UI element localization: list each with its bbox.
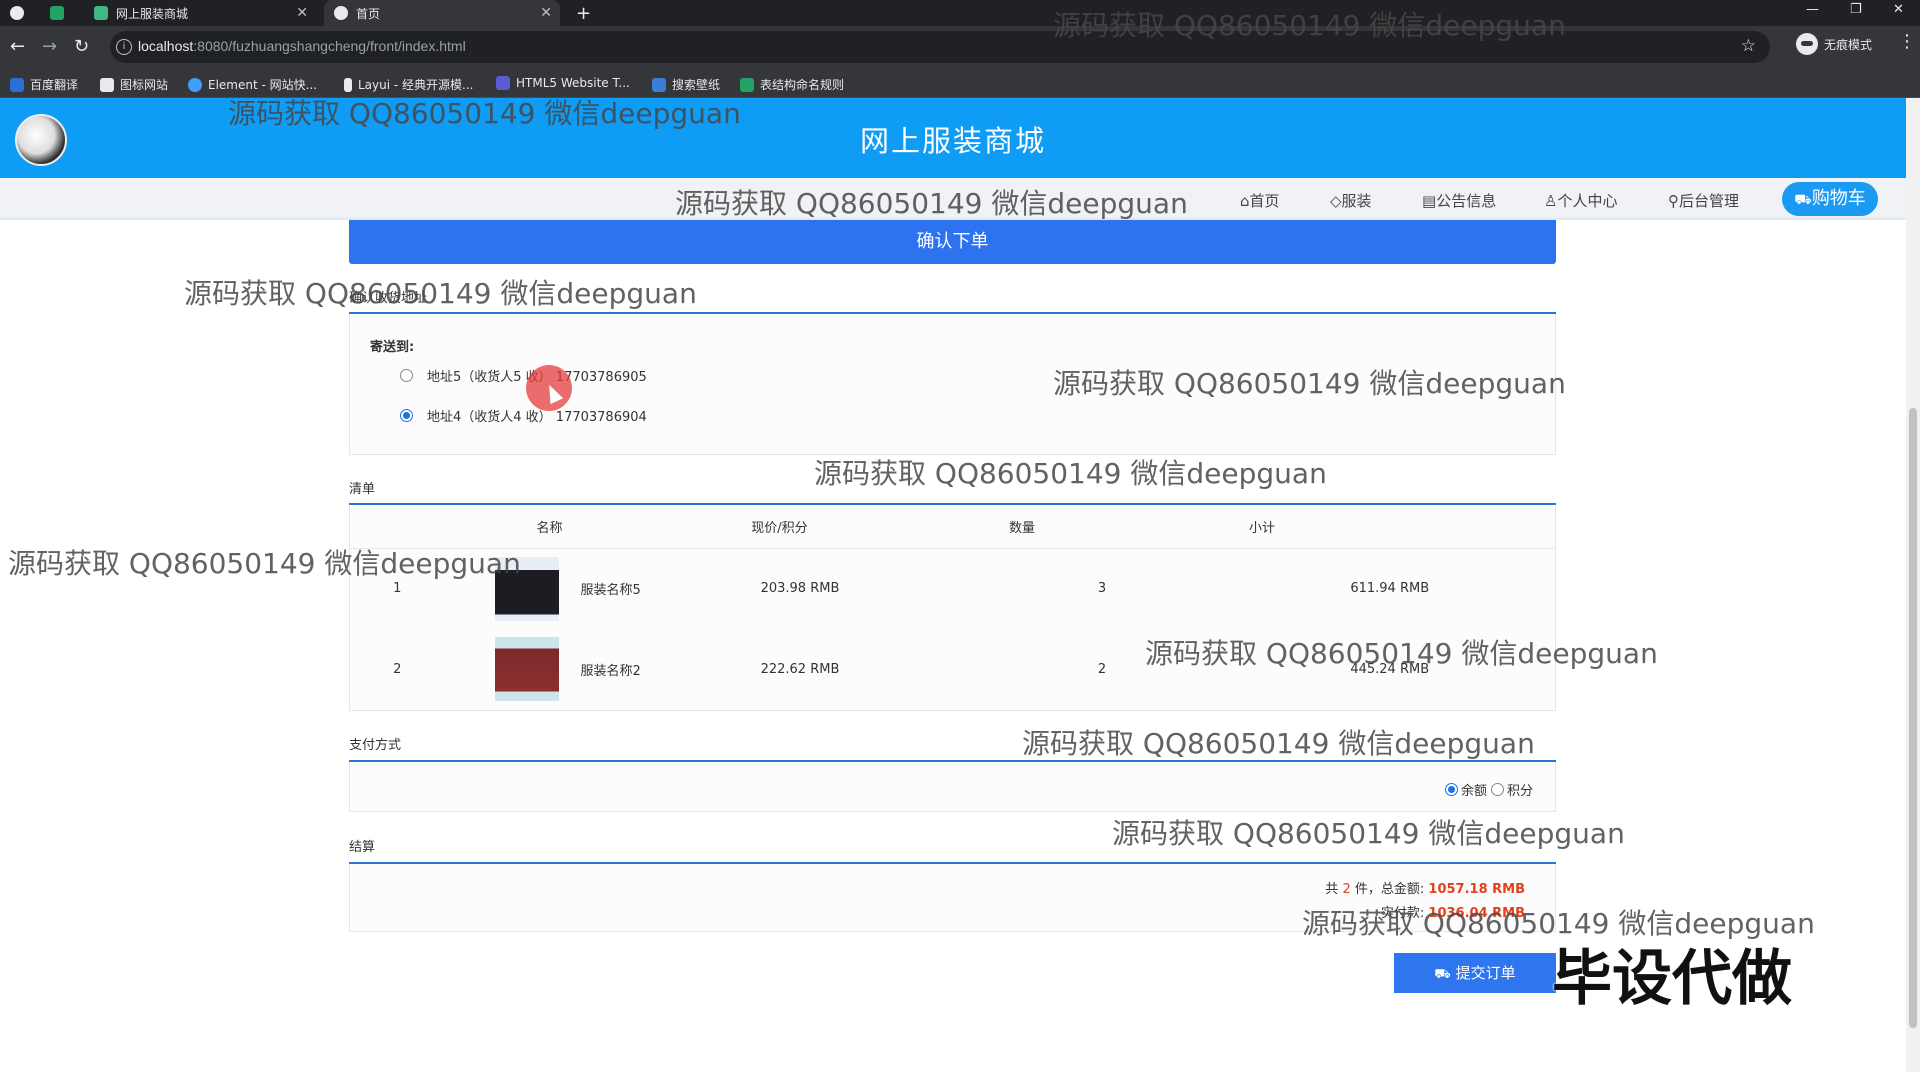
- address-radio-selected[interactable]: [400, 409, 413, 422]
- watermark: 源码获取 QQ86050149 微信deepguan: [675, 187, 1188, 220]
- pay-points-label[interactable]: 积分: [1507, 780, 1533, 799]
- address-radio[interactable]: [400, 369, 413, 382]
- order-items-table: 名称 现价/积分 数量 小计 1 服装名称5 203.98 RMB 3 611.…: [349, 506, 1556, 711]
- col-price: 现价/积分: [654, 506, 905, 549]
- restore-icon[interactable]: ❐: [1850, 2, 1862, 17]
- list-section-label: 清单: [349, 482, 376, 497]
- address-option-4[interactable]: 地址4（收货人4 收） 17703786904: [400, 406, 647, 425]
- cart-icon: ⛟: [1434, 967, 1451, 982]
- watermark: 源码获取 QQ86050149 微信deepguan: [1112, 817, 1625, 850]
- browser-chrome: 网上服装商城 ✕ 首页 ✕ + — ❐ ✕ ← → ↻ i localhost:…: [0, 0, 1920, 98]
- vue-icon: [94, 6, 108, 20]
- page-scrollbar[interactable]: [1906, 98, 1920, 1072]
- nav-clothing[interactable]: ◇服装: [1330, 190, 1372, 211]
- col-qty: 数量: [904, 506, 1140, 549]
- bookmark-item[interactable]: Element - 网站快...: [188, 76, 317, 93]
- watermark: 源码获取 QQ86050149 微信deepguan: [1053, 367, 1566, 400]
- watermark-stamp: 毕设代做: [1552, 944, 1792, 1014]
- reload-icon[interactable]: ↻: [74, 36, 89, 57]
- watermark: 源码获取 QQ86050149 微信deepguan: [8, 547, 521, 580]
- tag-icon: ◇: [1330, 192, 1342, 210]
- forward-icon[interactable]: →: [42, 36, 57, 57]
- settle-section-label: 结算: [349, 840, 376, 855]
- confirm-order-title: 确认下单: [349, 220, 1556, 264]
- more-menu-icon[interactable]: ⋮: [1898, 31, 1916, 52]
- total-amount: 1057.18 RMB: [1428, 882, 1525, 897]
- watermark: 源码获取 QQ86050149 微信deepguan: [1145, 637, 1658, 670]
- address-option-5[interactable]: 地址5（收货人5 收） 17703786905: [400, 366, 647, 385]
- payment-panel: 余额 积分: [349, 762, 1556, 812]
- tab-shop-label: 网上服装商城: [116, 6, 189, 21]
- incognito-icon: [1796, 33, 1818, 55]
- product-price: 203.98 RMB: [760, 581, 840, 597]
- bookmark-item[interactable]: 表结构命名规则: [740, 76, 844, 93]
- bookmark-item[interactable]: Layui - 经典开源模...: [344, 76, 473, 93]
- window-close-icon[interactable]: ✕: [1893, 2, 1904, 17]
- pay-balance-label[interactable]: 余额: [1461, 780, 1487, 799]
- home-icon: ⌂: [1240, 192, 1250, 210]
- link-icon: ⚲: [1668, 192, 1679, 210]
- submit-order-button[interactable]: ⛟ 提交订单: [1394, 953, 1556, 993]
- new-tab-button[interactable]: +: [576, 0, 591, 26]
- watermark: 源码获取 QQ86050149 微信deepguan: [1022, 727, 1535, 760]
- payment-section-label: 支付方式: [349, 738, 402, 753]
- url-text: localhost:8080/fuzhuangshangcheng/front/…: [138, 38, 466, 54]
- product-image[interactable]: [494, 637, 559, 702]
- payment-options: 余额 积分: [1441, 780, 1533, 799]
- product-name: 服装名称2: [580, 663, 641, 679]
- cart-button[interactable]: ⛟购物车: [1782, 182, 1878, 216]
- nav-user-center[interactable]: ♙个人中心: [1544, 190, 1617, 211]
- pay-points-radio[interactable]: [1490, 783, 1504, 796]
- scrollbar-thumb[interactable]: [1909, 408, 1917, 1028]
- section-divider: [349, 503, 1556, 505]
- tab-home[interactable]: 首页 ✕: [324, 0, 560, 26]
- user-icon: ♙: [1544, 192, 1558, 210]
- watermark: 源码获取 QQ86050149 微信deepguan: [1053, 9, 1566, 42]
- tab-home-label: 首页: [356, 6, 381, 21]
- address-text: 地址4（收货人4 收） 17703786904: [427, 410, 647, 425]
- bookmark-star-icon[interactable]: ☆: [1741, 36, 1756, 56]
- incognito-label: 无痕模式: [1824, 37, 1873, 52]
- cart-icon: ⛟: [1794, 192, 1812, 208]
- tab-strip: 网上服装商城 ✕ 首页 ✕ + — ❐ ✕: [0, 0, 1920, 26]
- back-icon[interactable]: ←: [10, 36, 25, 57]
- table-header-row: 名称 现价/积分 数量 小计: [349, 506, 1556, 549]
- nav-home[interactable]: ⌂首页: [1240, 190, 1280, 211]
- watermark: 源码获取 QQ86050149 微信deepguan: [228, 97, 741, 130]
- product-qty: 3: [1097, 581, 1107, 597]
- item-count: 2: [1342, 882, 1351, 897]
- minimize-icon[interactable]: —: [1806, 2, 1819, 17]
- incognito-indicator[interactable]: 无痕模式: [1796, 33, 1872, 55]
- bookmark-item[interactable]: HTML5 Website T...: [496, 76, 630, 90]
- watermark: 源码获取 QQ86050149 微信deepguan: [814, 457, 1327, 490]
- notice-icon: ▤: [1422, 192, 1437, 210]
- product-name: 服装名称5: [580, 583, 641, 599]
- bookmark-item[interactable]: 搜索壁纸: [652, 76, 720, 93]
- product-price: 222.62 RMB: [760, 661, 840, 677]
- bookmark-item[interactable]: 百度翻译: [10, 76, 78, 93]
- nav-notices[interactable]: ▤公告信息: [1422, 190, 1496, 211]
- tab-shop[interactable]: 网上服装商城 ✕: [86, 0, 316, 26]
- col-subtotal: 小计: [1139, 506, 1385, 549]
- nav-admin[interactable]: ⚲后台管理: [1668, 190, 1739, 211]
- info-icon[interactable]: i: [116, 39, 132, 55]
- pay-balance-radio[interactable]: [1444, 783, 1458, 796]
- ship-to-label: 寄送到:: [370, 340, 415, 355]
- close-icon[interactable]: ✕: [540, 5, 552, 21]
- browser-toolbar: ← → ↻ i localhost:8080/fuzhuangshangchen…: [0, 26, 1920, 68]
- browser-menu-icon[interactable]: [10, 0, 40, 26]
- row-index: 2: [393, 661, 402, 677]
- table-row: 1 服装名称5 203.98 RMB 3 611.94 RMB: [350, 548, 1556, 629]
- bookmark-item[interactable]: 图标网站: [100, 76, 168, 93]
- product-subtotal: 611.94 RMB: [1350, 581, 1430, 597]
- tab-pinned[interactable]: [50, 0, 76, 26]
- close-icon[interactable]: ✕: [296, 5, 308, 21]
- watermark: 源码获取 QQ86050149 微信deepguan: [184, 277, 697, 310]
- order-total-line: 共 2 件，总金额: 1057.18 RMB: [1325, 882, 1525, 897]
- globe-icon: [334, 6, 348, 20]
